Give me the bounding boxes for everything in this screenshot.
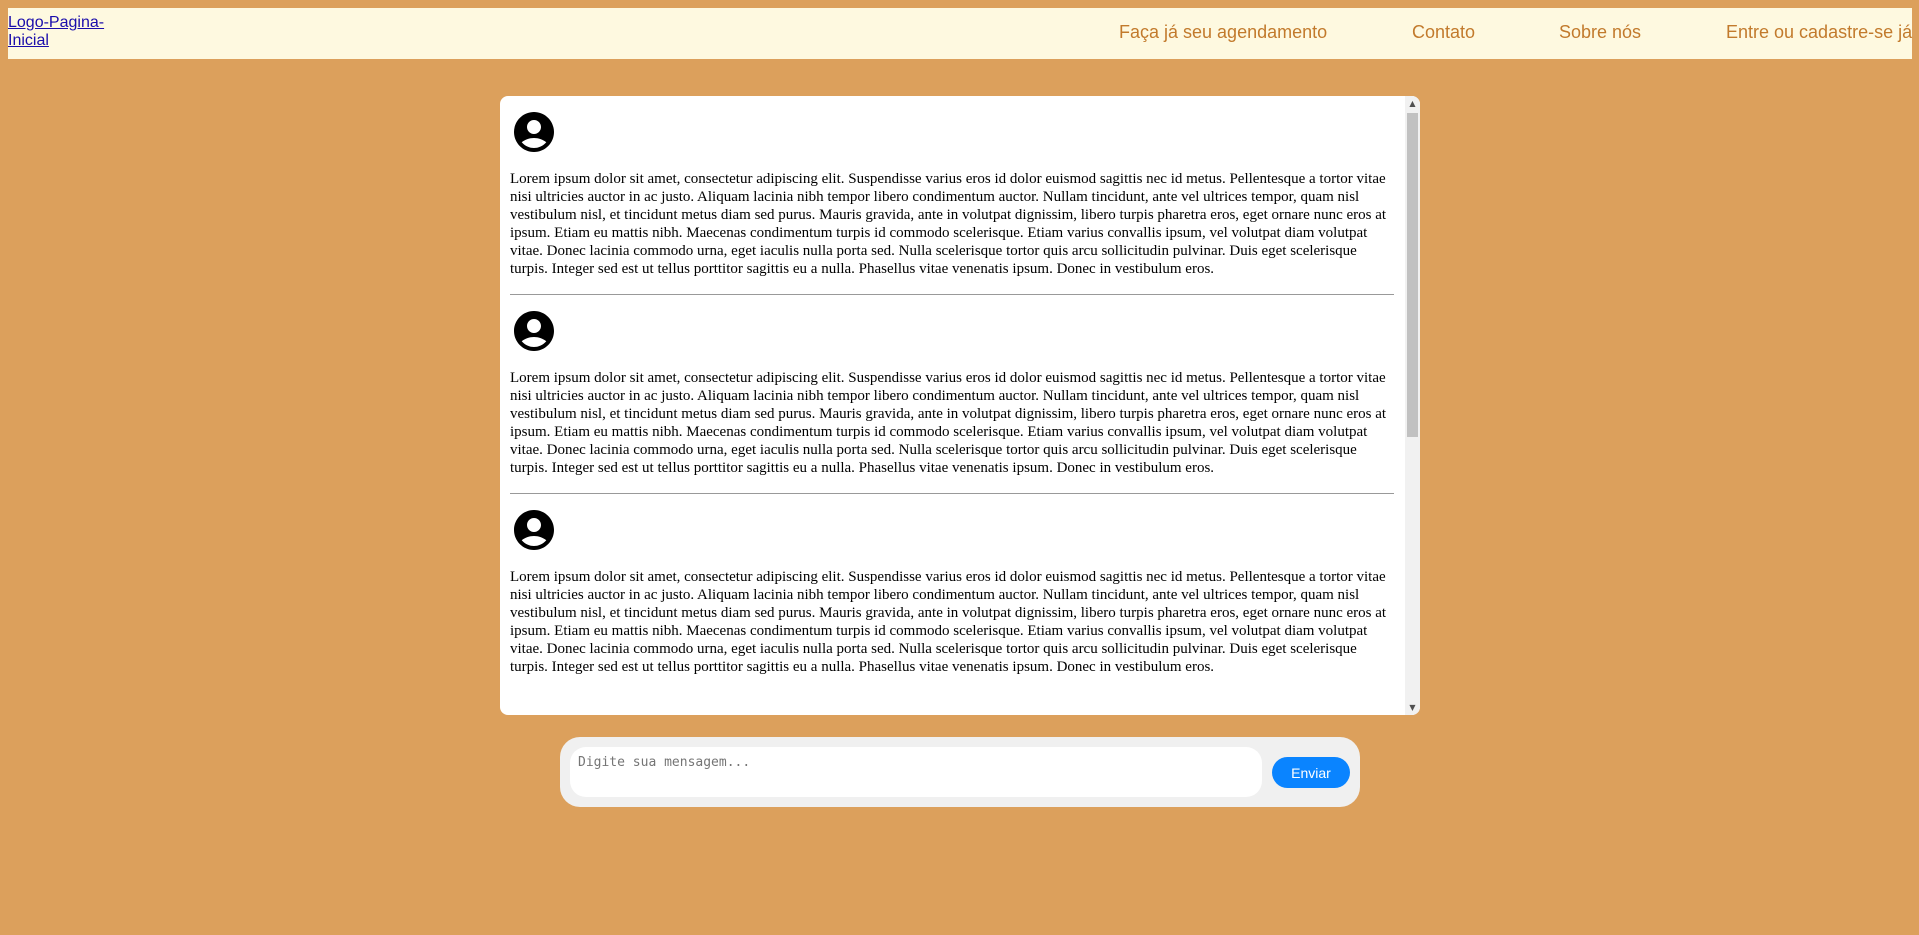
- message-list: Lorem ipsum dolor sit amet, consectetur …: [510, 96, 1394, 692]
- message-item: Lorem ipsum dolor sit amet, consectetur …: [510, 96, 1394, 294]
- message-input[interactable]: [570, 747, 1262, 797]
- message-item: Lorem ipsum dolor sit amet, consectetur …: [510, 493, 1394, 692]
- message-composer: Enviar: [560, 737, 1360, 807]
- message-text: Lorem ipsum dolor sit amet, consectetur …: [510, 569, 1387, 675]
- send-button[interactable]: Enviar: [1272, 757, 1350, 788]
- message-text: Lorem ipsum dolor sit amet, consectetur …: [510, 171, 1387, 277]
- chat-messages-panel[interactable]: Lorem ipsum dolor sit amet, consectetur …: [500, 96, 1420, 715]
- message-text: Lorem ipsum dolor sit amet, consectetur …: [510, 370, 1387, 476]
- nav-link-agendamento[interactable]: Faça já seu agendamento: [1119, 22, 1327, 43]
- nav-link-contato[interactable]: Contato: [1412, 22, 1475, 43]
- scroll-down-arrow-icon[interactable]: ▼: [1405, 700, 1420, 715]
- nav-link-cadastro[interactable]: Entre ou cadastre-se já: [1726, 22, 1912, 43]
- scroll-thumb[interactable]: [1407, 113, 1418, 437]
- account-circle-icon: [514, 112, 554, 152]
- chat-scrollbar[interactable]: ▲ ▼: [1405, 96, 1420, 715]
- account-circle-icon: [514, 311, 554, 351]
- nav-link-sobre-nos[interactable]: Sobre nós: [1559, 22, 1641, 43]
- site-header: Logo-Pagina-Inicial Faça já seu agendame…: [8, 8, 1912, 59]
- scroll-up-arrow-icon[interactable]: ▲: [1405, 96, 1420, 111]
- logo-link[interactable]: Logo-Pagina-Inicial: [8, 14, 138, 50]
- message-item: Lorem ipsum dolor sit amet, consectetur …: [510, 294, 1394, 493]
- account-circle-icon: [514, 510, 554, 550]
